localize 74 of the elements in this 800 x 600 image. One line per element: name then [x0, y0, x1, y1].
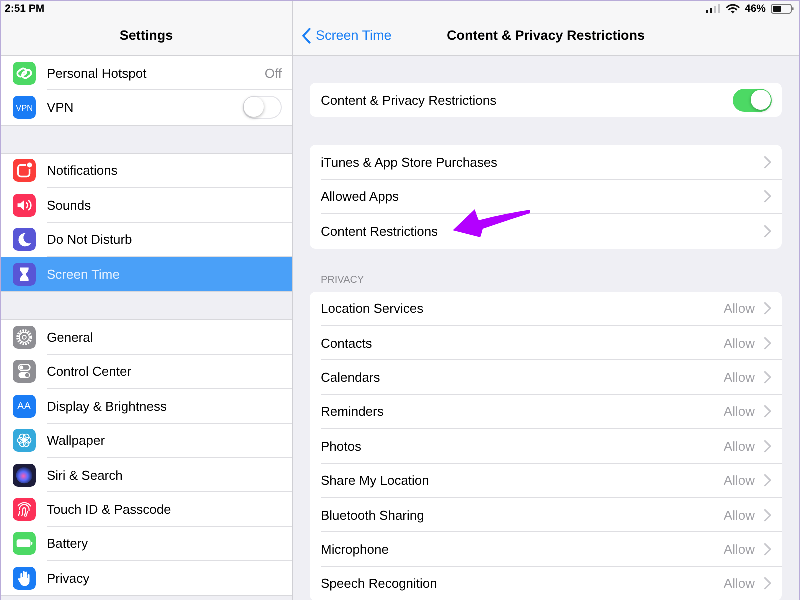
chevron-right-icon [764, 371, 772, 384]
sidebar-item[interactable]: Privacy [1, 561, 292, 596]
chevron-right-icon [764, 224, 772, 238]
chevron-right-icon [764, 336, 772, 350]
sidebar-item[interactable]: AA Display & Brightness [1, 389, 292, 424]
section-header: PRIVACY [320, 274, 366, 288]
sidebar-item[interactable]: Personal Hotspot Off [1, 56, 292, 90]
settings-row[interactable]: Contacts Allow [310, 326, 782, 360]
text-size-icon: AA [13, 394, 36, 418]
chevron-right-icon [764, 302, 772, 316]
sidebar-title: Settings [120, 28, 174, 43]
row-value: Allow [724, 508, 755, 523]
toggle-switch[interactable] [733, 88, 772, 112]
settings-row[interactable]: Microphone Allow [310, 532, 782, 567]
sidebar-item[interactable]: Notifications [1, 154, 292, 188]
hand-icon [13, 566, 36, 590]
row-value: Allow [724, 336, 755, 351]
sidebar-item[interactable]: General [1, 320, 292, 355]
row-value: Allow [724, 438, 755, 454]
speaker-icon [13, 194, 36, 217]
sidebar-item[interactable]: Do Not Disturb [1, 222, 292, 257]
settings-row[interactable]: Calendars Allow [310, 360, 782, 395]
row-label: Content & Privacy Restrictions [321, 92, 497, 108]
row-value: Allow [724, 576, 755, 592]
toggle-switches-icon [13, 360, 36, 384]
row-value: Allow [724, 473, 755, 488]
row-value: Allow [724, 404, 755, 420]
fingerprint-icon [13, 498, 36, 521]
sidebar-item[interactable]: Sounds [1, 188, 292, 223]
chevron-right-icon [764, 440, 772, 453]
settings-row[interactable]: Bluetooth Sharing Allow [310, 498, 782, 532]
chevron-right-icon [764, 405, 772, 418]
sidebar-item[interactable]: Control Center [1, 354, 292, 390]
sidebar-item[interactable]: VPN VPN [1, 90, 292, 125]
sidebar-item[interactable]: Battery [1, 526, 292, 562]
hourglass-icon [13, 262, 36, 286]
back-chevron-icon [302, 28, 311, 44]
notification-badge-icon [13, 159, 36, 182]
settings-row[interactable]: Allowed Apps [310, 180, 782, 214]
gear-icon [13, 326, 36, 350]
sidebar-item[interactable]: Touch ID & Passcode [1, 492, 292, 527]
settings-row[interactable]: Share My Location Allow [310, 464, 782, 498]
sidebar-item[interactable]: Siri & Search [1, 458, 292, 492]
row-value: Allow [724, 301, 755, 316]
toggle-switch[interactable] [243, 96, 282, 120]
back-button[interactable]: Screen Time [293, 26, 396, 46]
vpn-icon: VPN [13, 96, 36, 120]
flower-icon [13, 429, 36, 452]
settings-row[interactable]: iTunes & App Store Purchases [310, 145, 782, 180]
wifi-icon [726, 4, 740, 14]
chevron-right-icon [764, 190, 772, 204]
page-title: Content & Privacy Restrictions [446, 28, 646, 43]
chevron-right-icon [764, 542, 772, 556]
chevron-right-icon [764, 577, 772, 590]
chevron-right-icon [764, 474, 772, 488]
row-value: Allow [724, 542, 755, 557]
moon-icon [13, 228, 36, 252]
settings-row[interactable]: Speech Recognition Allow [310, 566, 782, 600]
battery-status-icon [771, 4, 794, 14]
settings-row[interactable]: Photos Allow [310, 429, 782, 464]
sidebar-item[interactable]: Wallpaper [1, 424, 292, 458]
item-value: Off [264, 66, 282, 81]
chevron-right-icon [764, 508, 772, 522]
status-time: 2:51 PM [5, 2, 45, 14]
settings-row[interactable]: Location Services Allow [310, 292, 782, 326]
chain-link-icon [13, 62, 36, 85]
battery-icon [13, 532, 36, 556]
settings-row[interactable]: Content Restrictions [310, 214, 782, 249]
row-value: Allow [724, 370, 755, 386]
chevron-right-icon [764, 156, 772, 170]
gradient-orb-icon [13, 464, 36, 487]
battery-percentage: 46% [744, 2, 766, 14]
settings-row[interactable]: Reminders Allow [310, 394, 782, 430]
signal-icon [706, 4, 721, 13]
